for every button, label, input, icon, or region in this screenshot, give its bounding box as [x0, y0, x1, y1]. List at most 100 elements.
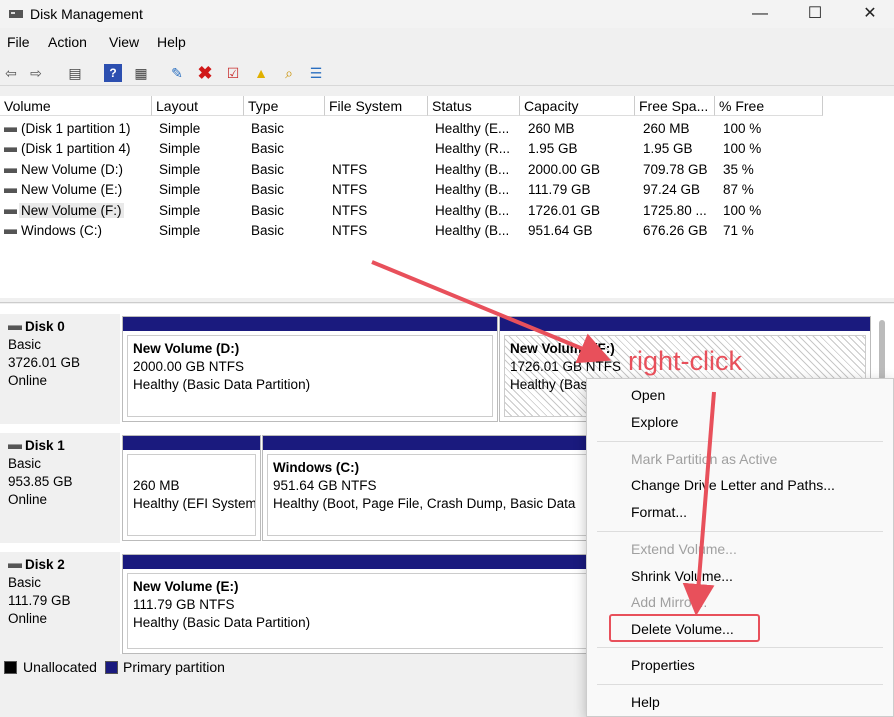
context-menu: Open Explore Mark Partition as Active Ch…	[586, 378, 894, 717]
partition-status: Healthy (Basic Data Partition)	[133, 377, 311, 392]
primary-partition-swatch	[105, 661, 118, 674]
table-row[interactable]: Windows (C:) Simple Basic NTFS Healthy (…	[0, 221, 894, 241]
column-header-type[interactable]: Type	[244, 96, 325, 116]
cell-volume: New Volume (D:)	[21, 162, 124, 177]
table-row[interactable]: New Volume (E:) Simple Basic NTFS Health…	[0, 180, 894, 200]
menu-help[interactable]: Help	[157, 34, 186, 50]
partition-d[interactable]: New Volume (D:) 2000.00 GB NTFS Healthy …	[122, 316, 498, 422]
cell-percent-free: 71 %	[723, 223, 754, 238]
cell-status: Healthy (B...	[435, 182, 510, 197]
cell-volume: (Disk 1 partition 4)	[21, 141, 131, 156]
menu-file[interactable]: File	[7, 34, 30, 50]
menu-view[interactable]: View	[109, 34, 139, 50]
cell-status: Healthy (B...	[435, 203, 510, 218]
disk-icon	[8, 443, 22, 449]
menu-item-open[interactable]: Open	[631, 387, 665, 403]
disk-management-app-icon	[9, 10, 23, 18]
cell-free-space: 1725.80 ...	[643, 203, 707, 218]
search-folder-icon[interactable]: ⌕	[280, 64, 298, 82]
menu-action[interactable]: Action	[48, 34, 87, 50]
cell-status: Healthy (B...	[435, 223, 510, 238]
table-row-selected[interactable]: New Volume (F:) Simple Basic NTFS Health…	[0, 201, 894, 221]
partition-size: 260 MB	[133, 478, 180, 493]
right-click-annotation: right-click	[628, 346, 743, 376]
cell-type: Basic	[251, 203, 285, 218]
disk-name: Disk 1	[25, 438, 65, 453]
menu-item-mark-active: Mark Partition as Active	[631, 451, 778, 467]
connect-icon[interactable]: ✎	[168, 64, 186, 82]
table-row[interactable]: New Volume (D:) Simple Basic NTFS Health…	[0, 160, 894, 180]
cell-capacity: 951.64 GB	[528, 223, 593, 238]
menu-item-add-mirror: Add Mirror...	[631, 594, 708, 610]
legend-unallocated: Unallocated	[23, 659, 97, 675]
disk-0-info[interactable]: Disk 0 Basic 3726.01 GB Online	[0, 314, 120, 424]
properties-icon[interactable]: ▦	[132, 64, 150, 82]
unallocated-swatch	[4, 661, 17, 674]
cell-volume: New Volume (E:)	[21, 182, 123, 197]
cell-capacity: 1.95 GB	[528, 141, 578, 156]
column-header-percent-free[interactable]: % Free	[715, 96, 823, 116]
cell-status: Healthy (E...	[435, 121, 510, 136]
disk-type: Basic	[8, 456, 42, 471]
column-header-status[interactable]: Status	[428, 96, 520, 116]
disk-list-icon[interactable]: ▤	[66, 64, 84, 82]
menu-item-format[interactable]: Format...	[631, 504, 687, 520]
cell-free-space: 709.78 GB	[643, 162, 708, 177]
table-row[interactable]: (Disk 1 partition 1) Simple Basic Health…	[0, 119, 894, 139]
cell-type: Basic	[251, 162, 285, 177]
cell-status: Healthy (R...	[435, 141, 511, 156]
volume-list: Volume Layout Type File System Status Ca…	[0, 96, 894, 298]
column-header-file-system[interactable]: File System	[325, 96, 428, 116]
volume-icon	[4, 127, 17, 132]
menu-item-help[interactable]: Help	[631, 694, 660, 710]
cell-capacity: 1726.01 GB	[528, 203, 601, 218]
graph-scrollbar[interactable]	[879, 320, 885, 380]
disk-2-info[interactable]: Disk 2 Basic 111.79 GB Online	[0, 552, 120, 656]
cell-volume: (Disk 1 partition 1)	[21, 121, 131, 136]
cell-status: Healthy (B...	[435, 162, 510, 177]
table-row[interactable]: (Disk 1 partition 4) Simple Basic Health…	[0, 139, 894, 159]
menu-item-extend: Extend Volume...	[631, 541, 737, 557]
menu-separator	[597, 531, 883, 532]
forward-arrow-icon[interactable]: ⇨	[27, 64, 45, 82]
menu-separator	[597, 647, 883, 648]
column-header-volume[interactable]: Volume	[0, 96, 152, 116]
cell-free-space: 676.26 GB	[643, 223, 708, 238]
cell-percent-free: 100 %	[723, 121, 762, 136]
help-icon[interactable]: ?	[104, 64, 122, 82]
cell-file-system: NTFS	[332, 162, 368, 177]
menu-item-change-drive-letter[interactable]: Change Drive Letter and Paths...	[631, 477, 835, 493]
column-header-capacity[interactable]: Capacity	[520, 96, 635, 116]
minimize-button[interactable]: —	[745, 4, 775, 24]
disk-name: Disk 0	[25, 319, 65, 334]
partition-size: 2000.00 GB NTFS	[133, 359, 245, 374]
settings-list-icon[interactable]: ☰	[307, 64, 325, 82]
menu-item-properties[interactable]: Properties	[631, 657, 695, 673]
column-header-layout[interactable]: Layout	[152, 96, 244, 116]
cell-type: Basic	[251, 182, 285, 197]
close-button[interactable]: ✕	[855, 4, 885, 24]
disk-icon	[8, 324, 22, 330]
folder-up-icon[interactable]: ▲	[252, 64, 270, 82]
menu-item-shrink[interactable]: Shrink Volume...	[631, 568, 733, 584]
column-header-free-space[interactable]: Free Spa...	[635, 96, 715, 116]
cell-free-space: 97.24 GB	[643, 182, 701, 197]
delete-volume-highlight	[609, 614, 760, 642]
disk-1-info[interactable]: Disk 1 Basic 953.85 GB Online	[0, 433, 120, 543]
cell-layout: Simple	[159, 182, 201, 197]
back-arrow-icon[interactable]: ⇦	[2, 64, 20, 82]
volume-icon	[4, 168, 17, 173]
delete-x-icon[interactable]: ✖	[196, 64, 214, 82]
check-icon[interactable]: ☑	[224, 64, 242, 82]
partition-efi[interactable]: 260 MB Healthy (EFI System	[122, 435, 261, 541]
disk-size: 111.79 GB	[8, 593, 71, 608]
pane-splitter[interactable]	[0, 298, 894, 303]
cell-free-space: 260 MB	[643, 121, 690, 136]
disk-size: 3726.01 GB	[8, 355, 81, 370]
cell-volume: Windows (C:)	[21, 223, 103, 238]
title-bar: Disk Management — ☐ ✕	[0, 0, 894, 28]
menu-item-explore[interactable]: Explore	[631, 414, 678, 430]
cell-file-system: NTFS	[332, 203, 368, 218]
disk-state: Online	[8, 611, 48, 626]
maximize-button[interactable]: ☐	[800, 4, 830, 24]
